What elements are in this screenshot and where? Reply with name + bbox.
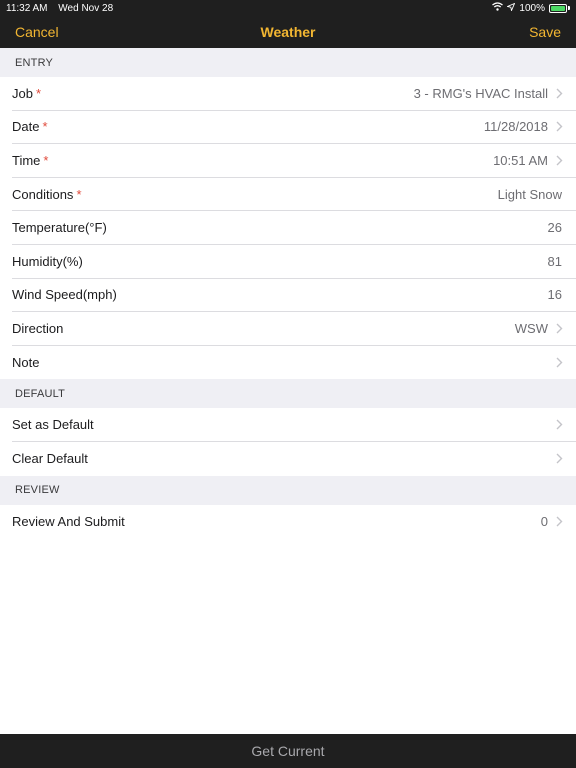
conditions-row[interactable]: Conditions * Light Snow (12, 177, 576, 212)
note-label: Note (12, 355, 40, 371)
job-label-wrap: Job * (12, 86, 41, 101)
humidity-label: Humidity(%) (12, 253, 83, 269)
note-row[interactable]: Note (12, 345, 576, 380)
job-value: 3 - RMG's HVAC Install (413, 85, 548, 101)
time-right: 10:51 AM (493, 153, 564, 168)
default-group: Set as Default Clear Default (0, 408, 576, 476)
time-value: 10:51 AM (493, 152, 548, 168)
required-marker: * (76, 186, 82, 202)
temperature-row[interactable]: Temperature(°F) 26 (12, 211, 576, 245)
page-title: Weather (260, 24, 316, 40)
chevron-right-icon (554, 514, 564, 528)
clear-default-label: Clear Default (12, 451, 88, 467)
time-row[interactable]: Time * 10:51 AM (12, 144, 576, 178)
get-current-button[interactable]: Get Current (251, 743, 324, 759)
time-label-wrap: Time * (12, 153, 48, 168)
job-label: Job (12, 85, 33, 101)
date-right: 11/28/2018 (484, 119, 564, 134)
save-button[interactable]: Save (529, 16, 561, 48)
chevron-right-icon (554, 452, 564, 466)
humidity-row[interactable]: Humidity(%) 81 (12, 244, 576, 279)
date-label: Date (12, 119, 40, 135)
review-submit-row[interactable]: Review And Submit 0 (12, 504, 576, 539)
job-right: 3 - RMG's HVAC Install (414, 86, 564, 101)
set-default-row[interactable]: Set as Default (12, 408, 576, 442)
direction-value: WSW (514, 320, 548, 336)
temperature-label: Temperature(°F) (12, 220, 107, 236)
battery-icon (549, 3, 570, 13)
conditions-value: Light Snow (497, 186, 562, 202)
section-header-entry: ENTRY (0, 48, 576, 77)
set-default-label: Set as Default (12, 417, 94, 433)
status-time: 11:32 AM (6, 2, 48, 14)
date-row[interactable]: Date * 11/28/2018 (12, 110, 576, 145)
status-left: 11:32 AM Wed Nov 28 (6, 3, 121, 14)
clear-default-row[interactable]: Clear Default (12, 441, 576, 476)
chevron-right-icon (554, 153, 564, 167)
navigation-bar: Cancel Weather Save (0, 16, 576, 48)
required-marker: * (35, 85, 42, 101)
battery-percent: 100% (519, 2, 545, 14)
temperature-right: 26 (548, 220, 564, 235)
clear-default-right (548, 452, 564, 466)
status-right: 100% (492, 2, 570, 14)
humidity-value: 81 (547, 253, 562, 269)
review-submit-count: 0 (540, 513, 548, 529)
review-submit-right: 0 (541, 514, 564, 529)
chevron-right-icon (554, 321, 564, 335)
direction-right: WSW (515, 321, 564, 336)
entry-group: Job * 3 - RMG's HVAC Install Date * 11/28/… (0, 77, 576, 380)
review-submit-label: Review And Submit (12, 513, 125, 529)
section-header-review: REVIEW (0, 475, 576, 505)
direction-row[interactable]: Direction WSW (12, 312, 576, 346)
date-value: 11/28/2018 (483, 119, 548, 135)
required-marker: * (42, 119, 48, 135)
time-label: Time (12, 152, 41, 168)
form-content: ENTRY Job * 3 - RMG's HVAC Install Date * … (0, 48, 576, 539)
chevron-right-icon (554, 356, 564, 370)
bottom-toolbar: Get Current (0, 734, 576, 768)
chevron-right-icon (554, 418, 564, 432)
required-marker: * (43, 152, 49, 168)
wind-speed-row[interactable]: Wind Speed(mph) 16 (12, 278, 576, 313)
direction-label: Direction (12, 320, 64, 336)
date-label-wrap: Date * (12, 119, 48, 134)
chevron-right-icon (554, 86, 564, 100)
status-date: Wed Nov 28 (58, 2, 114, 14)
chevron-right-icon (554, 120, 564, 134)
wind-speed-value: 16 (547, 287, 562, 303)
section-header-default: DEFAULT (0, 379, 576, 409)
humidity-right: 81 (548, 254, 564, 269)
wind-speed-right: 16 (548, 287, 564, 302)
wind-speed-label: Wind Speed(mph) (12, 287, 117, 303)
set-default-right (548, 418, 564, 432)
review-group: Review And Submit 0 (0, 504, 576, 539)
conditions-right: Light Snow (498, 187, 564, 202)
temperature-value: 26 (547, 220, 562, 236)
status-bar: 11:32 AM Wed Nov 28 100% (0, 0, 576, 16)
wifi-icon (492, 2, 504, 14)
conditions-label: Conditions (12, 186, 74, 202)
conditions-label-wrap: Conditions * (12, 187, 82, 202)
cancel-button[interactable]: Cancel (15, 16, 59, 48)
job-row[interactable]: Job * 3 - RMG's HVAC Install (12, 77, 576, 111)
note-right (548, 356, 564, 370)
location-arrow-icon (506, 2, 516, 14)
